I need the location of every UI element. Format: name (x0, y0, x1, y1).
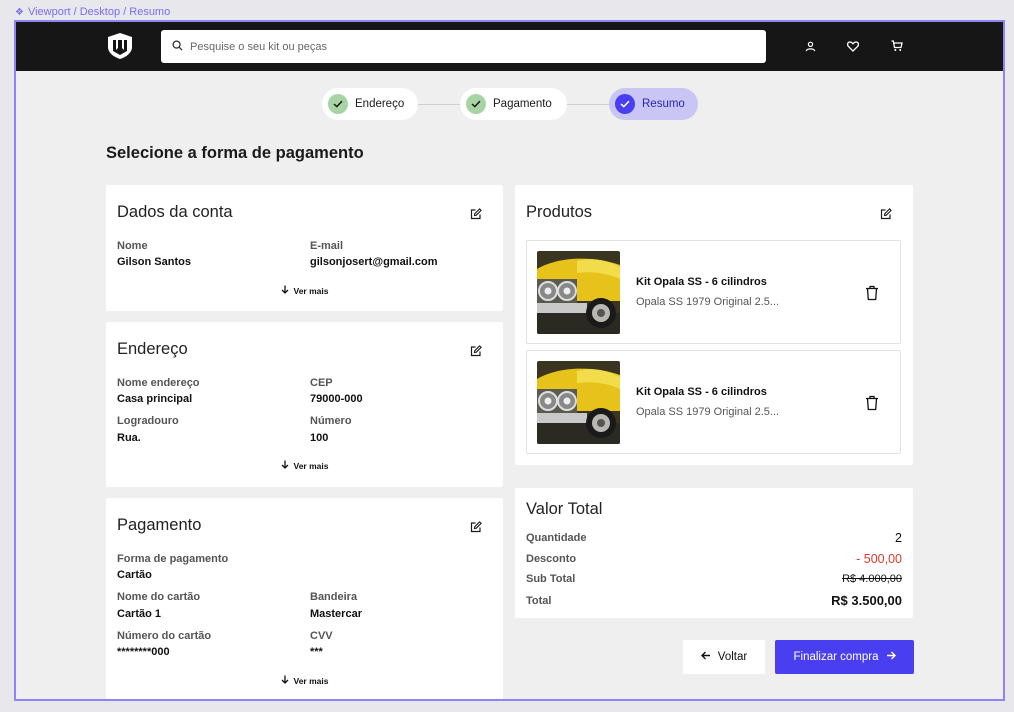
quantidade-row: Quantidade 2 (526, 531, 902, 545)
forma-pagamento-label: Forma de pagamento (117, 553, 229, 565)
ver-mais-label: Ver mais (293, 285, 329, 296)
numero-label: Número (310, 415, 352, 427)
account-card: Dados da conta Nome Gilson Santos E-mail… (106, 185, 503, 311)
total-value: R$ 3.500,00 (831, 593, 902, 608)
quantidade-value: 2 (895, 531, 902, 545)
product-item[interactable]: Kit Opala SS - 6 cilindros Opala SS 1979… (526, 350, 901, 454)
email-label: E-mail (310, 240, 344, 252)
step-connector (418, 104, 460, 105)
cvv-value: *** (310, 646, 323, 658)
finish-button-label: Finalizar compra (793, 651, 879, 663)
cep-value: 79000-000 (310, 393, 363, 405)
finish-purchase-button[interactable]: Finalizar compra (775, 640, 914, 674)
numero-value: 100 (310, 432, 329, 444)
step-resumo[interactable]: Resumo (609, 88, 698, 120)
card-title: Pagamento (117, 516, 202, 534)
card-title: Produtos (526, 203, 593, 221)
check-icon (615, 94, 635, 114)
frame-label-text: Viewport / Desktop / Resumo (27, 6, 171, 18)
logradouro-label: Logradouro (117, 415, 179, 427)
total-label: Total (526, 594, 552, 607)
frame-label: ❖ Viewport / Desktop / Resumo (15, 6, 170, 18)
numero-cartao-label: Número do cartão (117, 630, 212, 642)
edit-icon[interactable] (470, 520, 482, 533)
search-bar[interactable] (161, 30, 766, 63)
product-name: Kit Opala SS - 6 cilindros (636, 276, 767, 288)
total-card: Valor Total Quantidade 2 Desconto - 500,… (515, 488, 913, 618)
cep-label: CEP (310, 377, 333, 389)
ver-mais-label: Ver mais (293, 460, 329, 471)
search-input[interactable] (190, 40, 766, 53)
product-description: Opala SS 1979 Original 2.5... (636, 406, 780, 418)
numero-cartao-value: ********000 (117, 646, 170, 658)
products-card: Produtos Kit Opala SS - 6 cilindros Opal… (515, 185, 913, 465)
logradouro-value: Rua. (117, 432, 141, 444)
check-icon (466, 94, 486, 114)
step-connector (567, 104, 609, 105)
step-pagamento[interactable]: Pagamento (460, 88, 567, 120)
component-icon: ❖ (15, 6, 24, 18)
card-title: Valor Total (526, 500, 603, 518)
product-image (537, 361, 620, 444)
back-button[interactable]: Voltar (683, 640, 765, 674)
total-row: Total R$ 3.500,00 (526, 593, 902, 608)
trash-icon[interactable] (865, 285, 879, 301)
cvv-label: CVV (310, 630, 333, 642)
bandeira-label: Bandeira (310, 591, 358, 603)
card-title: Endereço (117, 340, 188, 358)
arrow-left-icon (700, 651, 711, 663)
subtotal-value: R$ 4.000,00 (842, 573, 902, 585)
user-icon[interactable] (803, 39, 817, 53)
viewport-frame: Endereço Pagamento Resumo Selecione a fo… (14, 20, 1005, 701)
arrow-right-icon (886, 651, 896, 663)
ver-mais-label: Ver mais (293, 675, 329, 686)
step-endereco[interactable]: Endereço (322, 88, 418, 120)
nome-cartao-value: Cartão 1 (117, 608, 162, 620)
arrow-down-icon (281, 285, 289, 296)
heart-icon[interactable] (846, 39, 860, 53)
product-description: Opala SS 1979 Original 2.5... (636, 296, 780, 308)
ver-mais-link[interactable]: Ver mais (106, 460, 503, 471)
address-card: Endereço Nome endereço Casa principal CE… (106, 322, 503, 487)
page-title: Selecione a forma de pagamento (106, 144, 364, 162)
checkout-stepper: Endereço Pagamento Resumo (16, 88, 1003, 122)
search-icon (172, 38, 183, 56)
nome-value: Gilson Santos (117, 256, 191, 268)
product-item[interactable]: Kit Opala SS - 6 cilindros Opala SS 1979… (526, 240, 901, 344)
desconto-row: Desconto - 500,00 (526, 552, 902, 566)
nome-cartao-label: Nome do cartão (117, 591, 201, 603)
desconto-value: - 500,00 (856, 552, 902, 566)
nome-endereco-label: Nome endereço (117, 377, 200, 389)
payment-card: Pagamento Forma de pagamento Cartão Nome… (106, 498, 503, 699)
check-icon (328, 94, 348, 114)
product-image (537, 251, 620, 334)
arrow-down-icon (281, 460, 289, 471)
bandeira-value: Mastercar (310, 608, 362, 620)
email-value: gilsonjosert@gmail.com (310, 256, 438, 268)
trash-icon[interactable] (865, 395, 879, 411)
edit-icon[interactable] (880, 207, 892, 220)
edit-icon[interactable] (470, 207, 482, 220)
subtotal-label: Sub Total (526, 573, 576, 585)
nome-label: Nome (117, 240, 148, 252)
product-name: Kit Opala SS - 6 cilindros (636, 386, 767, 398)
desconto-label: Desconto (526, 553, 577, 565)
ver-mais-link[interactable]: Ver mais (106, 675, 503, 686)
forma-pagamento-value: Cartão (117, 569, 152, 581)
card-title: Dados da conta (117, 203, 233, 221)
subtotal-row: Sub Total R$ 4.000,00 (526, 573, 902, 585)
step-label: Pagamento (493, 98, 552, 110)
edit-icon[interactable] (470, 344, 482, 357)
cart-icon[interactable] (890, 39, 904, 53)
ver-mais-link[interactable]: Ver mais (106, 285, 503, 296)
step-label: Resumo (642, 98, 685, 110)
arrow-down-icon (281, 675, 289, 686)
logo-icon[interactable] (107, 32, 133, 60)
nome-endereco-value: Casa principal (117, 393, 193, 405)
quantidade-label: Quantidade (526, 532, 587, 544)
back-button-label: Voltar (717, 651, 748, 663)
step-label: Endereço (355, 98, 405, 110)
top-bar (16, 22, 1003, 71)
